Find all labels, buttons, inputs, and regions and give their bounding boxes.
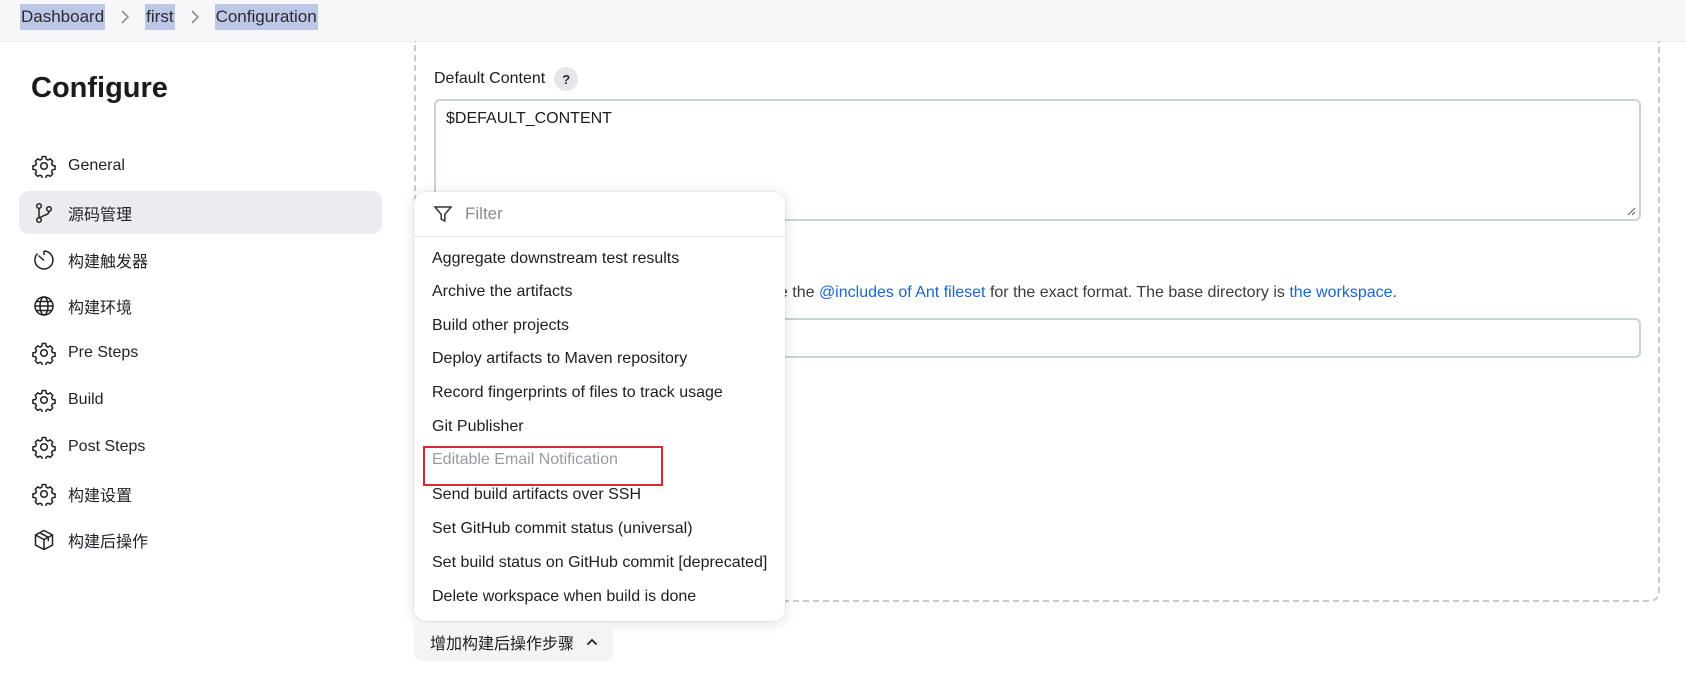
help-button[interactable]: ? <box>554 67 579 91</box>
menu-item-build-other-projects[interactable]: Build other projects <box>432 316 569 336</box>
menu-item-archive-artifacts[interactable]: Archive the artifacts <box>432 282 573 302</box>
sidebar-item-label: 构建触发器 <box>68 253 149 271</box>
add-post-build-step-menu: Aggregate downstream test results Archiv… <box>414 192 785 621</box>
sidebar-item-label: 构建设置 <box>68 487 133 505</box>
sidebar-item-source-management[interactable]: 源码管理 <box>19 191 382 234</box>
default-content-label: Default Content ? <box>434 67 579 91</box>
chevron-up-icon <box>584 634 600 650</box>
sidebar-item-build-settings[interactable]: 构建设置 <box>19 472 382 515</box>
sidebar-item-build-triggers[interactable]: 构建触发器 <box>19 238 382 281</box>
gear-icon <box>32 482 56 506</box>
breadcrumb-item-configuration[interactable]: Configuration <box>214 4 318 30</box>
sidebar-item-pre-steps[interactable]: Pre Steps <box>19 331 382 374</box>
filter-row <box>414 192 785 237</box>
menu-item-aggregate-downstream[interactable]: Aggregate downstream test results <box>432 249 679 269</box>
timer-icon <box>32 248 56 272</box>
sidebar-item-label: 构建后操作 <box>68 533 149 551</box>
chevron-right-icon <box>189 10 201 24</box>
highlight-annotation <box>423 446 663 486</box>
breadcrumb: Dashboard first Configuration <box>20 4 318 30</box>
page-title: Configure <box>31 72 168 104</box>
chevron-right-icon <box>119 10 131 24</box>
sidebar-item-build-environment[interactable]: 构建环境 <box>19 284 382 327</box>
sidebar-item-post-steps[interactable]: Post Steps <box>19 425 382 468</box>
menu-item-deploy-maven[interactable]: Deploy artifacts to Maven repository <box>432 349 687 369</box>
globe-icon <box>32 294 56 318</box>
menu-item-delete-workspace[interactable]: Delete workspace when build is done <box>432 587 696 607</box>
gear-icon <box>32 154 56 178</box>
gear-icon <box>32 341 56 365</box>
sidebar-item-general[interactable]: General <box>19 144 382 187</box>
sidebar-item-build[interactable]: Build <box>19 378 382 421</box>
add-post-build-step-button[interactable]: 增加构建后操作步骤 <box>414 623 613 661</box>
attachments-description: ee the @includes of Ant fileset for the … <box>770 284 1397 301</box>
sidebar-item-label: 源码管理 <box>68 206 133 224</box>
menu-item-github-commit-status[interactable]: Set GitHub commit status (universal) <box>432 519 693 539</box>
sidebar-item-label: Build <box>68 390 104 408</box>
breadcrumb-bar: Dashboard first Configuration <box>0 0 1686 42</box>
breadcrumb-item-first[interactable]: first <box>145 4 175 30</box>
attachments-input[interactable] <box>760 318 1641 358</box>
menu-item-git-publisher[interactable]: Git Publisher <box>432 417 524 437</box>
resize-handle-icon[interactable] <box>1626 206 1636 216</box>
filter-icon <box>433 204 453 224</box>
gear-icon <box>32 435 56 459</box>
gear-icon <box>32 388 56 412</box>
menu-item-send-artifacts-ssh[interactable]: Send build artifacts over SSH <box>432 485 641 505</box>
breadcrumb-item-dashboard[interactable]: Dashboard <box>20 4 106 30</box>
sidebar-item-label: 构建环境 <box>68 299 133 317</box>
menu-item-record-fingerprints[interactable]: Record fingerprints of files to track us… <box>432 383 723 403</box>
git-branch-icon <box>32 201 56 225</box>
sidebar-item-label: Post Steps <box>68 437 146 455</box>
menu-item-github-build-status-deprecated[interactable]: Set build status on GitHub commit [depre… <box>432 553 767 573</box>
sidebar-item-label: General <box>68 156 125 174</box>
package-icon <box>32 528 56 552</box>
filter-input[interactable] <box>463 203 767 225</box>
workspace-link[interactable]: the workspace <box>1289 284 1392 301</box>
ant-fileset-link[interactable]: @includes of Ant fileset <box>819 284 986 301</box>
sidebar-item-label: Pre Steps <box>68 343 139 361</box>
sidebar-item-post-build-actions[interactable]: 构建后操作 <box>19 518 382 561</box>
